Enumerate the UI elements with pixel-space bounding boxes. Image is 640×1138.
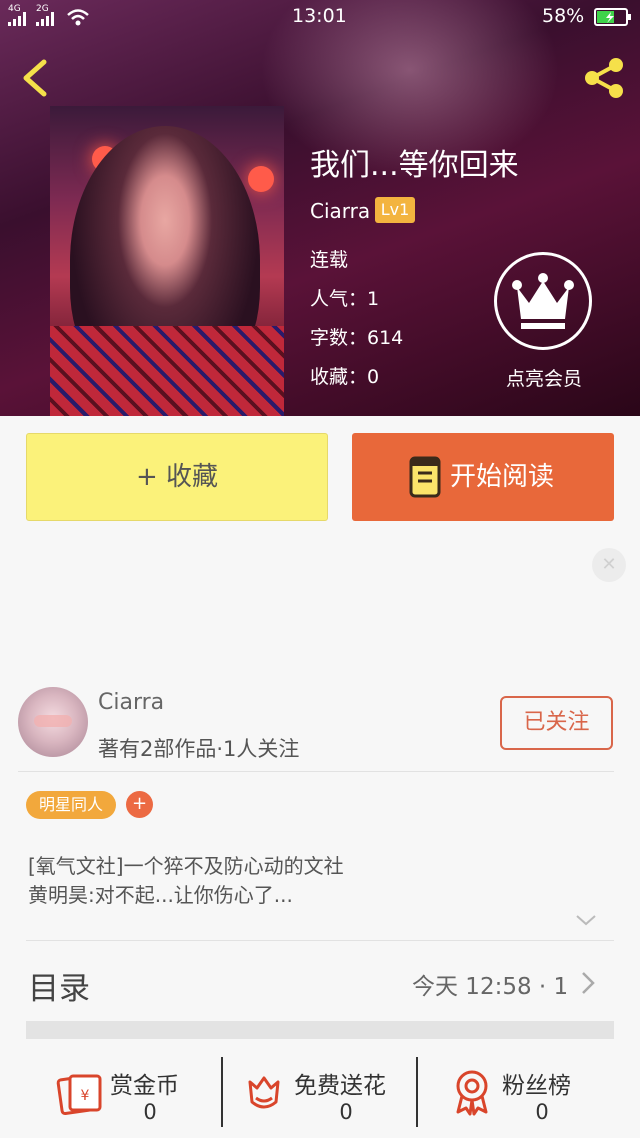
- svg-text:¥: ¥: [81, 1088, 90, 1104]
- vip-button[interactable]: [494, 252, 592, 350]
- author-summary: 著有2部作品·1人关注: [98, 737, 300, 761]
- back-arrow-icon[interactable]: [18, 58, 54, 98]
- battery-icon: [594, 8, 631, 26]
- word-count-stat: 字数：614: [310, 327, 404, 349]
- wifi-icon: [67, 9, 89, 26]
- book-header: 4G 2G 13:01 58% 我们...等你回来 Ciarra Lv1 连载 …: [0, 0, 640, 416]
- book-title: 我们...等你回来: [310, 148, 519, 183]
- status-bar: 4G 2G 13:01 58%: [0, 0, 640, 34]
- send-flower-button[interactable]: 免费送花 0: [244, 1060, 414, 1130]
- divider: [18, 771, 614, 772]
- level-badge: Lv1: [375, 197, 415, 223]
- signal-icon-2: [36, 12, 54, 26]
- description-line-1: [氧气文社]一个猝不及防心动的文社: [28, 854, 344, 878]
- fan-ranking-label: 粉丝榜: [502, 1073, 571, 1099]
- reward-coins-count: 0: [143, 1100, 157, 1124]
- book-icon: [409, 456, 441, 498]
- follow-button[interactable]: 已关注: [500, 696, 613, 750]
- favorite-button[interactable]: + 收藏: [26, 433, 328, 521]
- book-author[interactable]: Ciarra: [310, 199, 370, 223]
- book-status: 连载: [310, 249, 349, 271]
- flower-icon: [248, 1076, 280, 1109]
- author-name[interactable]: Ciarra: [98, 690, 164, 715]
- fan-ranking-button[interactable]: 粉丝榜 0: [452, 1060, 622, 1130]
- genre-tag[interactable]: 明星同人: [26, 791, 116, 819]
- start-reading-button[interactable]: 开始阅读: [352, 433, 614, 521]
- separator: [416, 1057, 418, 1127]
- send-flower-label: 免费送花: [294, 1073, 386, 1099]
- book-cover-image[interactable]: [50, 106, 284, 416]
- favorites-stat: 收藏：0: [310, 366, 380, 388]
- battery-percent: 58%: [542, 5, 585, 27]
- red-envelope-icon: ¥: [56, 1074, 102, 1116]
- share-icon[interactable]: [580, 56, 628, 100]
- reward-coins-button[interactable]: ¥ 赏金币 0: [56, 1060, 216, 1130]
- chevron-right-icon[interactable]: [580, 970, 596, 996]
- toc-latest-update[interactable]: 今天 12:58 · 1: [412, 967, 568, 1001]
- separator: [221, 1057, 223, 1127]
- description-line-2: 黄明昊:对不起...让你伤心了...: [28, 883, 293, 907]
- add-tag-button[interactable]: +: [126, 791, 153, 818]
- toc-title[interactable]: 目录: [28, 963, 90, 1008]
- clock: 13:01: [292, 5, 347, 27]
- section-divider-bar: [26, 1021, 614, 1039]
- medal-icon: [456, 1070, 488, 1116]
- send-flower-count: 0: [339, 1100, 353, 1124]
- divider: [26, 940, 614, 941]
- author-avatar[interactable]: [18, 687, 88, 757]
- fan-ranking-count: 0: [535, 1100, 549, 1124]
- vip-label[interactable]: 点亮会员: [494, 364, 594, 391]
- popularity-stat: 人气：1: [310, 288, 380, 310]
- expand-chevron-icon[interactable]: [574, 912, 598, 928]
- close-icon[interactable]: ✕: [592, 548, 626, 582]
- crown-icon: [512, 273, 574, 329]
- reward-coins-label: 赏金币: [110, 1073, 179, 1099]
- start-reading-label: 开始阅读: [450, 462, 555, 492]
- signal-icon: [8, 12, 26, 26]
